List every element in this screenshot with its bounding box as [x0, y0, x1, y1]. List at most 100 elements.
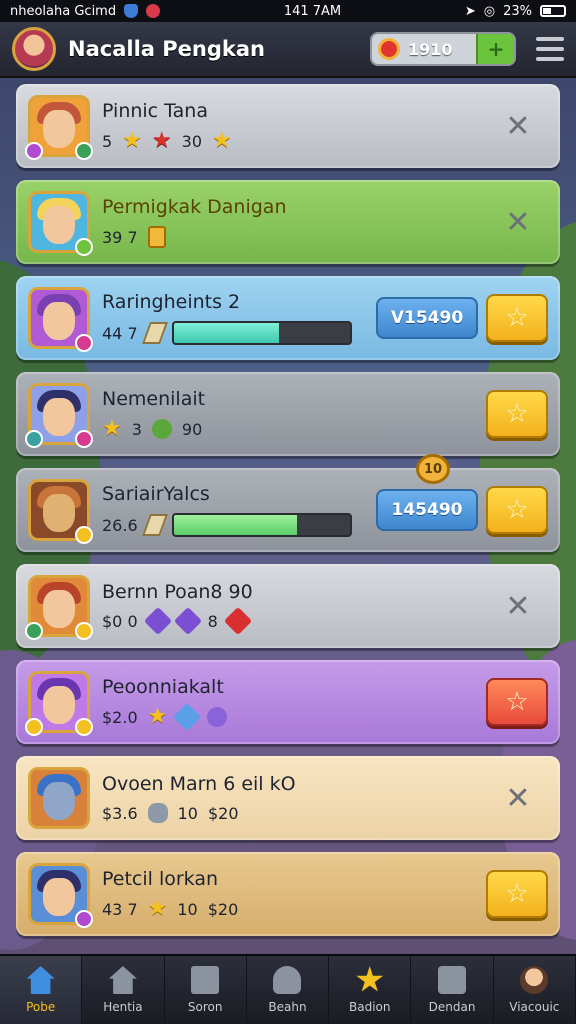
stat-value: 3 — [131, 419, 142, 439]
hero-name: SariairYalcs — [102, 483, 210, 505]
list-item[interactable]: Raringheints 2 44 7 V15490 ☆ — [16, 276, 560, 360]
hero-name: Pinnic Tana — [102, 100, 208, 122]
menu-icon-bar — [536, 57, 564, 61]
list-item[interactable]: Ovoen Marn 6 eil kO $3.6 10 $20 ✕ — [16, 756, 560, 840]
hero-name: Permigkak Danigan — [102, 196, 287, 218]
nav-label: Soron — [187, 1000, 223, 1014]
battery-percent: 23% — [503, 3, 532, 19]
nav-item-hentia[interactable]: Hentia — [82, 956, 165, 1024]
hero-stats: ★ 3 90 — [102, 418, 486, 440]
portrait-face — [43, 686, 75, 724]
location-icon: ➤ — [464, 3, 476, 19]
wifi-icon: ◎ — [483, 3, 496, 19]
status-left-text: nheolaha Gcimd — [10, 3, 117, 19]
favorite-button[interactable]: ☆ — [486, 390, 548, 438]
portrait-face — [43, 878, 75, 916]
close-icon[interactable]: ✕ — [498, 202, 538, 242]
chest-icon — [147, 226, 166, 248]
nav-item-beahn[interactable]: Beahn — [247, 956, 330, 1024]
nav-item-dendan[interactable]: Dendan — [411, 956, 494, 1024]
list-item[interactable]: Bernn Poan8 90 $0 0 8 ✕ — [16, 564, 560, 648]
star-icon: ★ — [147, 704, 168, 729]
element-badge-icon — [75, 430, 93, 448]
favorite-button[interactable]: ☆ — [486, 678, 548, 726]
violet-orb-icon — [207, 707, 228, 727]
list-item[interactable]: Nemenilait ★ 3 90 ☆ — [16, 372, 560, 456]
score-pill: V15490 — [376, 297, 478, 339]
nav-item-viacouic[interactable]: Viacouic — [494, 956, 576, 1024]
blue-gem-icon — [173, 702, 202, 732]
purple-gem-icon — [143, 606, 172, 636]
stat-value: $20 — [207, 803, 239, 823]
nav-label: Pobe — [26, 1000, 56, 1014]
hero-portrait — [25, 95, 93, 160]
status-time: 141 7AM — [283, 3, 342, 19]
stat-value: 39 7 — [102, 227, 138, 247]
list-item[interactable]: 10 SariairYalcs 26.6 145490 ☆ — [16, 454, 560, 552]
class-badge-icon — [25, 142, 43, 160]
card-info: Petcil lorkan 43 7 ★ 10 $20 — [102, 868, 486, 920]
nav-label: Beahn — [268, 1000, 307, 1014]
gem-icon — [378, 38, 400, 60]
house-icon — [108, 966, 137, 994]
portrait-face — [43, 398, 75, 436]
card-info: Ovoen Marn 6 eil kO $3.6 10 $20 — [102, 773, 498, 823]
hero-portrait — [28, 479, 93, 544]
star-icon: ☆ — [505, 879, 529, 909]
chest-icon — [438, 966, 467, 994]
hero-stats: $3.6 10 $20 — [102, 803, 498, 823]
player-avatar[interactable] — [12, 27, 56, 71]
red-star-icon: ★ — [151, 128, 172, 153]
add-currency-button[interactable]: + — [476, 34, 514, 64]
list-item[interactable]: Petcil lorkan 43 7 ★ 10 $20 ☆ — [16, 852, 560, 936]
stat-value: $3.6 — [102, 803, 138, 823]
close-icon[interactable]: ✕ — [498, 586, 538, 626]
star-icon: ★ — [102, 416, 122, 441]
hero-stats: 44 7 — [102, 321, 376, 345]
currency-amount: 1910 — [408, 39, 453, 59]
hero-portrait — [28, 863, 93, 928]
star-icon: ☆ — [505, 495, 529, 525]
hero-name: Ovoen Marn 6 eil kO — [102, 773, 296, 795]
nav-label: Dendan — [428, 1000, 476, 1014]
class-badge-icon — [25, 718, 43, 736]
stat-value: 26.6 — [102, 515, 138, 535]
progress-fill — [173, 515, 297, 535]
star-icon: ★ — [212, 128, 232, 153]
list-item[interactable]: Pinnic Tana 5 ★ ★ 30 ★ ✕ — [16, 84, 560, 168]
close-icon[interactable]: ✕ — [498, 778, 538, 818]
hero-name: Raringheints 2 — [102, 291, 241, 313]
hero-list: Pinnic Tana 5 ★ ★ 30 ★ ✕ Permigkak Danig… — [16, 84, 560, 948]
bottom-nav: Pobe Hentia Soron Beahn Badion Dendan Vi… — [0, 954, 576, 1024]
progress-fill — [173, 323, 280, 343]
element-badge-icon — [75, 334, 93, 352]
menu-button[interactable] — [536, 37, 564, 61]
stat-value: $2.0 — [102, 707, 138, 727]
list-item[interactable]: Peoonniakalt $2.0 ★ ☆ — [16, 660, 560, 744]
hero-portrait — [28, 287, 93, 352]
stat-value: $20 — [207, 899, 239, 919]
document-icon — [191, 966, 220, 994]
hero-name: Bernn Poan8 90 — [102, 581, 253, 603]
stat-value: 43 7 — [102, 899, 138, 919]
nav-item-soron[interactable]: Soron — [165, 956, 247, 1024]
favorite-button[interactable]: ☆ — [486, 870, 548, 918]
coin-icon: 10 — [416, 454, 450, 484]
element-badge-icon — [75, 526, 93, 544]
nav-item-badion[interactable]: Badion — [329, 956, 412, 1024]
favorite-button[interactable]: ☆ — [486, 294, 548, 342]
hero-stats: 26.6 — [102, 513, 376, 537]
stat-value: 44 7 — [102, 323, 138, 343]
card-info: Nemenilait ★ 3 90 — [102, 388, 486, 440]
close-icon[interactable]: ✕ — [498, 106, 538, 146]
star-icon: ★ — [147, 896, 168, 921]
hero-name: Petcil lorkan — [102, 868, 219, 890]
nav-item-pobe[interactable]: Pobe — [0, 956, 83, 1024]
list-item[interactable]: Permigkak Danigan 39 7 ✕ — [16, 180, 560, 264]
page-title: Nacalla Pengkan — [68, 37, 265, 61]
favorite-button[interactable]: ☆ — [486, 486, 548, 534]
stat-value: 8 — [207, 611, 218, 631]
hero-stats: 43 7 ★ 10 $20 — [102, 898, 486, 920]
class-badge-icon — [25, 430, 43, 448]
hero-portrait — [28, 191, 93, 256]
